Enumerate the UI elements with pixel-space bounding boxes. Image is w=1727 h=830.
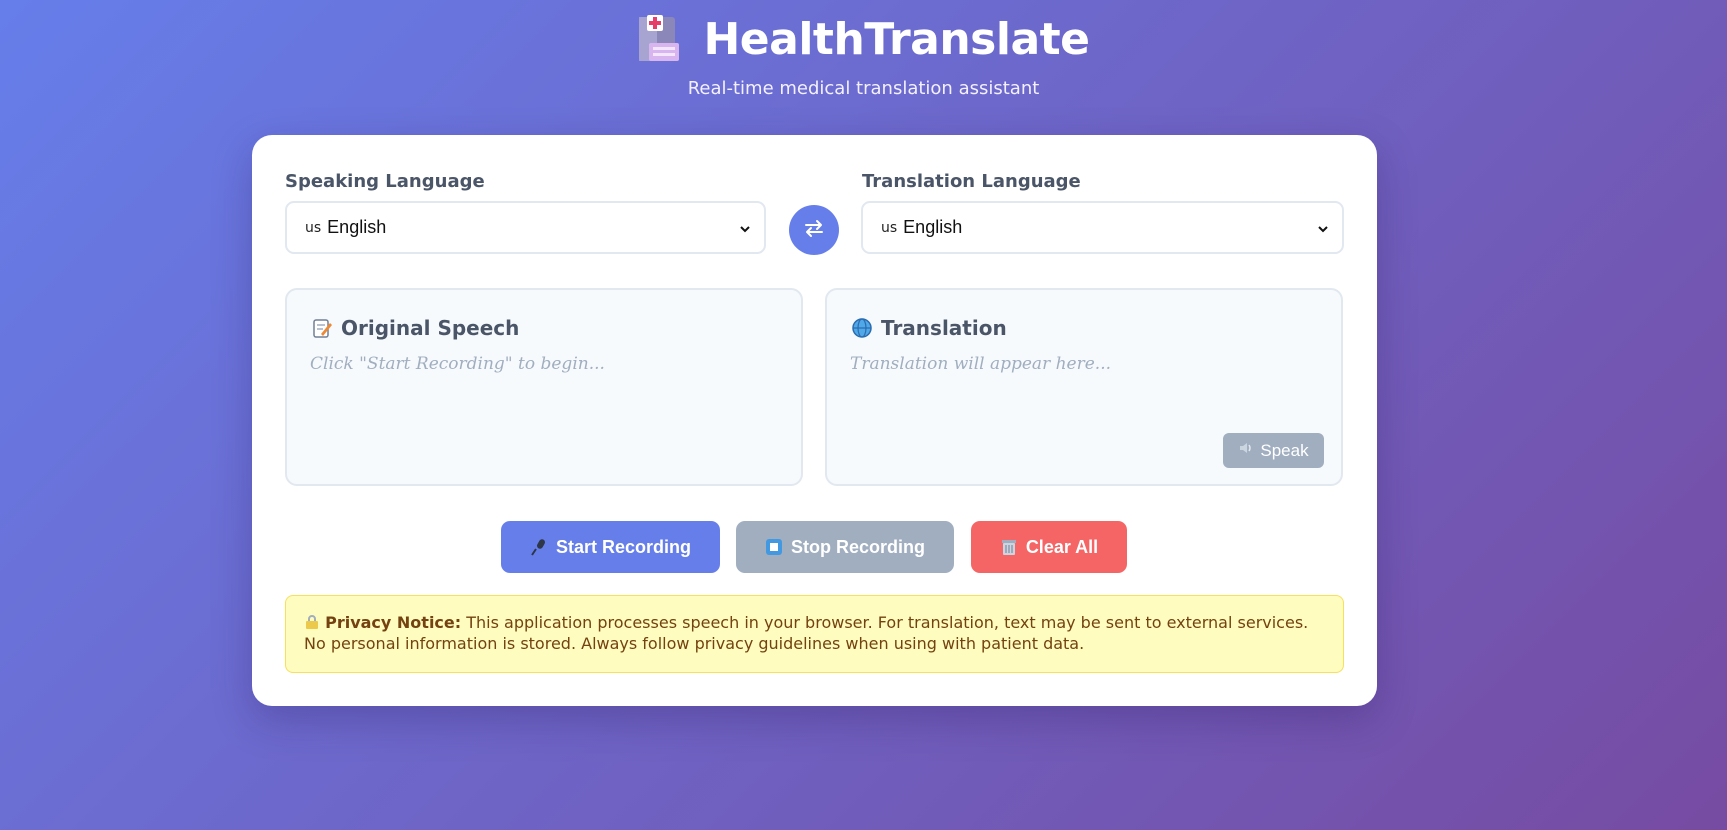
memo-icon [311,317,333,339]
lock-icon [304,613,325,632]
start-recording-label: Start Recording [555,536,692,557]
translation-panel: Translation Translation will appear here… [825,288,1343,486]
hospital-icon [637,15,681,63]
chevron-down-icon [738,221,752,235]
chevron-down-icon [1316,221,1330,235]
speak-button[interactable]: Speak [1223,433,1324,468]
swap-languages-button[interactable] [789,205,839,255]
speaking-language-label: Speaking Language [285,171,485,192]
translation-placeholder: Translation will appear here... [850,354,1112,374]
original-speech-placeholder: Click "Start Recording" to begin... [310,354,605,374]
app-header: HealthTranslate Real-time medical transl… [0,0,1727,99]
app-title: HealthTranslate [703,13,1090,65]
translation-language-value: English [903,217,963,237]
speaking-language-value: English [327,217,387,237]
privacy-notice-heading: Privacy Notice: [325,613,462,632]
swap-arrows-icon [803,217,825,243]
clear-all-button[interactable]: Clear All [971,521,1127,573]
stop-recording-label: Stop Recording [791,536,925,557]
flag-us-icon: us [305,219,322,236]
start-recording-button[interactable]: Start Recording [501,521,720,573]
stop-icon [765,538,783,556]
speaker-icon [1238,440,1254,461]
translation-language-label: Translation Language [862,171,1081,192]
speaking-language-select[interactable]: us English [285,201,766,254]
translation-title: Translation [881,316,1007,340]
original-speech-panel: Original Speech Click "Start Recording" … [285,288,803,486]
clear-all-label: Clear All [1025,536,1099,557]
translator-card: Speaking Language us English Translation… [252,135,1377,706]
microphone-icon [530,538,548,556]
globe-icon [851,317,873,339]
app-subtitle: Real-time medical translation assistant [687,78,1040,99]
original-speech-title: Original Speech [341,316,520,340]
translation-language-select[interactable]: us English [861,201,1344,254]
flag-us-icon: us [881,219,898,236]
speak-label: Speak [1260,440,1309,460]
privacy-notice: Privacy Notice: This application process… [285,595,1344,673]
stop-recording-button[interactable]: Stop Recording [736,521,954,573]
trash-icon [1000,538,1018,556]
